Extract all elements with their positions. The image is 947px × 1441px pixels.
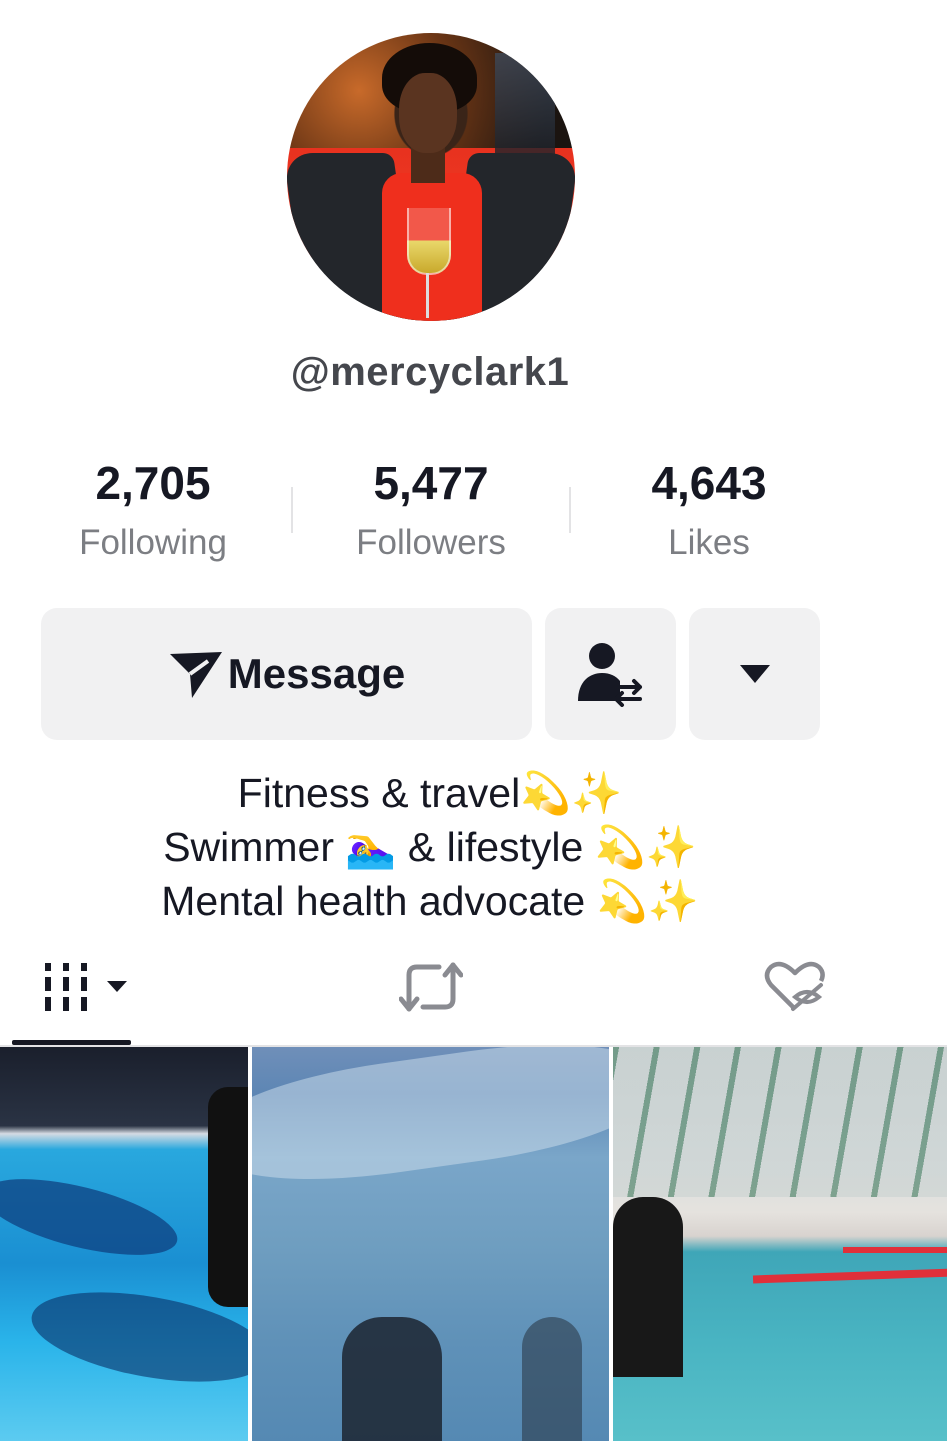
more-dropdown-button[interactable] [689, 608, 820, 740]
video-thumbnail[interactable] [252, 1047, 609, 1441]
repost-icon [399, 959, 463, 1015]
video-thumbnail[interactable] [613, 1047, 947, 1441]
bio-text: & lifestyle [396, 824, 595, 870]
bio-text: Swimmer [163, 824, 346, 870]
video-thumbnail[interactable] [0, 1047, 248, 1441]
swimmer-emoji: 🏊‍♀️ [345, 823, 397, 871]
caret-down-icon [739, 664, 771, 684]
bio-line-1: Fitness & travel💫✨ [0, 766, 860, 820]
stat-divider [291, 487, 293, 533]
tab-liked[interactable] [750, 956, 840, 1018]
bio-text: Fitness & travel [237, 770, 521, 816]
tab-videos[interactable] [34, 956, 134, 1018]
videos-grid-icon [39, 961, 129, 1013]
stat-divider [569, 487, 571, 533]
liked-hidden-icon [763, 959, 827, 1015]
stat-followers[interactable]: 5,477 Followers [321, 455, 541, 565]
user-switch-icon [576, 641, 646, 707]
sparkle-emoji: 💫✨ [520, 769, 623, 817]
likes-label: Likes [668, 523, 750, 562]
stat-following[interactable]: 2,705 Following [43, 455, 263, 565]
stat-likes[interactable]: 4,643 Likes [599, 455, 819, 565]
profile-username: @mercyclark1 [290, 350, 570, 394]
bio-text: Mental health advocate [161, 878, 597, 924]
profile-bio: Fitness & travel💫✨ Swimmer 🏊‍♀️ & lifest… [0, 766, 860, 928]
bio-line-3: Mental health advocate 💫✨ [0, 874, 860, 928]
profile-avatar[interactable] [287, 33, 575, 321]
sparkle-emoji: 💫✨ [596, 877, 699, 925]
following-count: 2,705 [95, 457, 211, 509]
send-icon [168, 648, 224, 700]
message-label: Message [227, 650, 406, 697]
message-button[interactable]: Message [41, 608, 532, 740]
followers-count: 5,477 [373, 457, 489, 509]
friend-options-button[interactable] [545, 608, 676, 740]
likes-count: 4,643 [651, 457, 767, 509]
following-label: Following [79, 523, 227, 562]
sparkle-emoji: 💫✨ [594, 823, 697, 871]
bio-line-2: Swimmer 🏊‍♀️ & lifestyle 💫✨ [0, 820, 860, 874]
tab-reposts[interactable] [386, 956, 476, 1018]
followers-label: Followers [356, 523, 506, 562]
